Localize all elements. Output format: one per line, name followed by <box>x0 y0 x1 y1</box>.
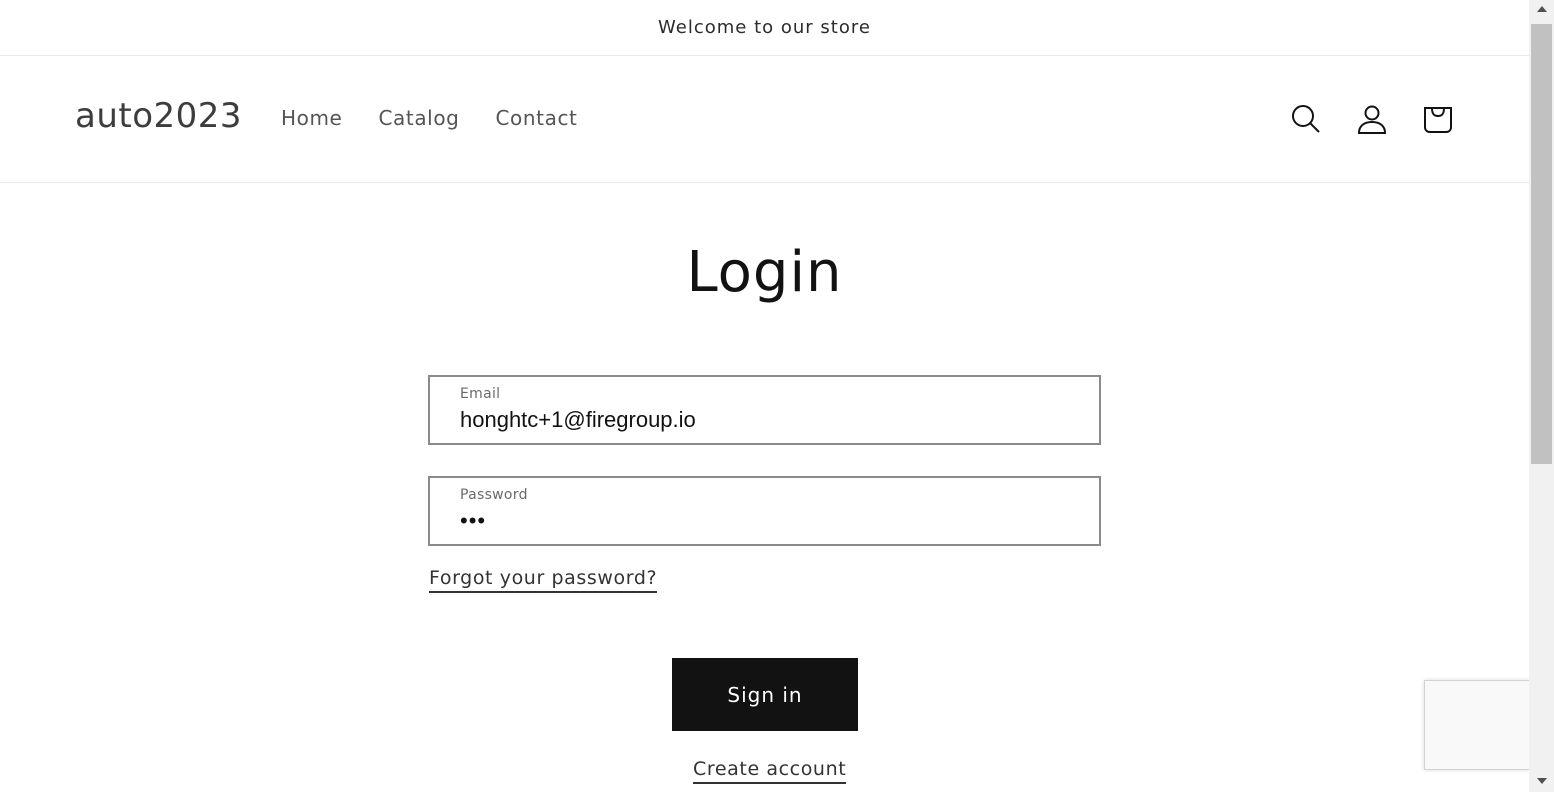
password-field[interactable]: Password ••• <box>428 476 1101 546</box>
page-title: Login <box>686 240 843 305</box>
password-label: Password <box>460 487 528 503</box>
cart-icon[interactable] <box>1420 101 1456 137</box>
announcement-bar: Welcome to our store <box>0 0 1529 56</box>
forgot-password-link[interactable]: Forgot your password? <box>429 566 658 593</box>
main-nav: Home Catalog Contact <box>281 106 578 130</box>
page-scrollbar[interactable] <box>1529 0 1554 792</box>
site-header: auto2023 Home Catalog Contact <box>0 56 1529 183</box>
email-field[interactable]: Email honghtc+1@firegroup.io <box>428 375 1101 445</box>
scroll-down-icon[interactable] <box>1537 778 1547 784</box>
store-logo[interactable]: auto2023 <box>75 96 242 136</box>
scroll-thumb[interactable] <box>1531 24 1552 464</box>
scroll-up-icon[interactable] <box>1537 6 1547 12</box>
nav-item-contact[interactable]: Contact <box>495 106 577 130</box>
recaptcha-badge[interactable] <box>1424 680 1529 770</box>
nav-item-catalog[interactable]: Catalog <box>378 106 459 130</box>
announcement-text: Welcome to our store <box>658 17 871 38</box>
password-value[interactable]: ••• <box>460 508 486 534</box>
sign-in-button[interactable]: Sign in <box>672 658 858 731</box>
page: Welcome to our store auto2023 Home Catal… <box>0 0 1529 792</box>
create-account-link[interactable]: Create account <box>693 757 847 784</box>
account-icon[interactable] <box>1354 101 1390 137</box>
email-value[interactable]: honghtc+1@firegroup.io <box>460 407 696 433</box>
nav-item-home[interactable]: Home <box>281 106 342 130</box>
header-icons <box>1288 101 1456 137</box>
email-label: Email <box>460 386 501 402</box>
search-icon[interactable] <box>1288 101 1324 137</box>
